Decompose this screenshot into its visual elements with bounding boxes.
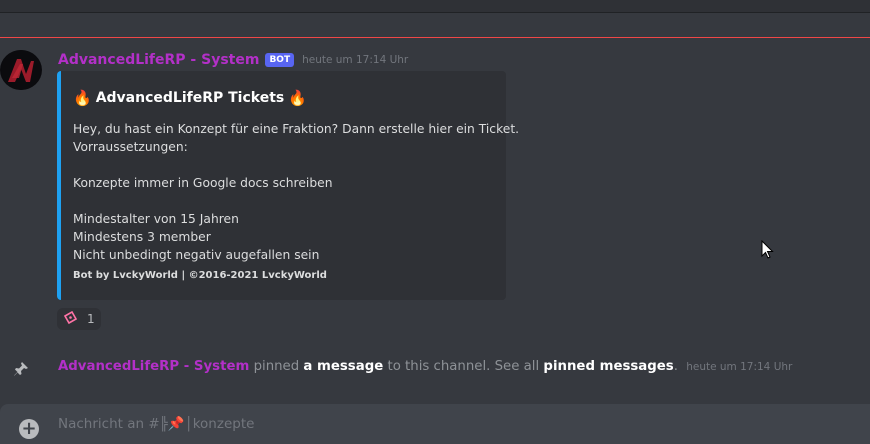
embed-description: Hey, du hast ein Konzept für eine Frakti… [73,120,519,264]
message-header: AdvancedLifeRP - System BOT heute um 17:… [58,50,408,70]
system-message-text: pinned [253,359,300,374]
system-message-end: . [673,359,678,374]
message-input[interactable] [58,414,838,434]
author-avatar[interactable] [0,50,42,90]
reaction-count: 1 [87,312,95,326]
embed-description-line: Nicht unbedingt negativ augefallen sein [73,248,320,262]
new-messages-divider [0,37,870,38]
server-logo-avatar [1,50,41,90]
pinned-message-link[interactable]: a message [303,359,383,374]
reaction-button[interactable]: 1 [57,308,101,330]
plus-circle-icon[interactable]: + [19,419,39,439]
bot-badge: BOT [265,53,295,67]
embed-description-line: Mindestalter von 15 Jahren [73,212,239,226]
system-message-timestamp[interactable]: heute um 17:14 Uhr [686,361,792,373]
header-divider [0,12,870,13]
ticket-icon [63,310,78,328]
fire-icon: 🔥 [288,89,307,107]
pin-icon [13,361,29,377]
embed-description-line: Hey, du hast ein Konzept für eine Frakti… [73,122,520,136]
embed-description-line [73,156,519,174]
ticket-embed: 🔥 AdvancedLifeRP Tickets 🔥 Hey, du hast … [57,71,519,300]
embed-description-line: Konzepte immer in Google docs schreiben [73,176,333,190]
embed-title: 🔥 AdvancedLifeRP Tickets 🔥 [73,89,307,107]
embed-title-text: AdvancedLifeRP Tickets [95,90,285,106]
embed-description-line: Mindestens 3 member [73,230,211,244]
system-pin-message: AdvancedLifeRP - System pinned a message… [58,359,792,374]
embed-description-line: Vorraussetzungen: [73,140,188,154]
embed-description-line [73,192,519,210]
channel-header [0,0,870,12]
system-message-author[interactable]: AdvancedLifeRP - System [58,359,249,374]
author-username[interactable]: AdvancedLifeRP - System [58,52,259,68]
system-message-text: to this channel. See all [387,359,540,374]
mouse-cursor-icon [761,240,774,259]
fire-icon: 🔥 [73,89,92,107]
message-composer: + [0,404,870,444]
embed-footer: Bot by LvckyWorld | ©2016-2021 LvckyWorl… [73,270,327,281]
message-timestamp[interactable]: heute um 17:14 Uhr [302,54,408,66]
pinned-messages-link[interactable]: pinned messages [543,359,673,374]
